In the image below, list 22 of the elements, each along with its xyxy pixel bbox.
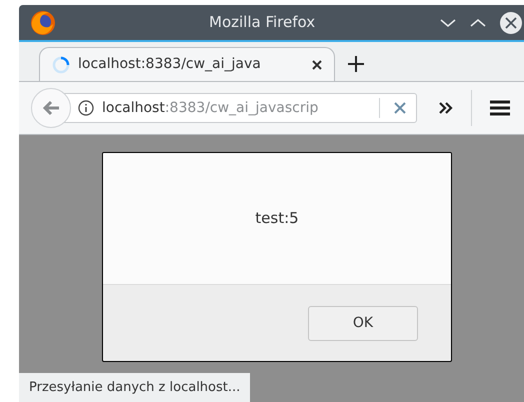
firefox-logo-icon: [30, 10, 56, 36]
window-title: Mozilla Firefox: [209, 12, 316, 34]
close-icon[interactable]: [500, 12, 522, 34]
dialog-message: test:5: [255, 208, 299, 230]
browser-tab[interactable]: localhost:8383/cw_ai_java: [39, 47, 335, 81]
tab-title: localhost:8383/cw_ai_java: [78, 55, 261, 74]
new-tab-icon[interactable]: [347, 55, 365, 73]
close-tab-icon[interactable]: [312, 60, 322, 70]
menu-icon[interactable]: [490, 100, 510, 116]
url-path: :8383/cw_ai_javascrip: [164, 98, 318, 118]
back-arrow-icon: [42, 100, 60, 116]
address-field[interactable]: localhost:8383/cw_ai_javascrip: [63, 93, 417, 123]
ok-button[interactable]: OK: [308, 306, 418, 340]
overflow-chevrons-icon[interactable]: [439, 102, 453, 114]
maximize-icon[interactable]: [470, 18, 486, 28]
loading-spinner-icon: [52, 56, 70, 74]
url-host: localhost: [102, 98, 165, 118]
info-icon: [78, 100, 94, 116]
status-text: Przesyłanie danych z localhost...: [19, 372, 250, 402]
clear-icon[interactable]: [394, 102, 406, 114]
minimize-icon[interactable]: [440, 18, 456, 28]
back-button[interactable]: [31, 88, 71, 128]
